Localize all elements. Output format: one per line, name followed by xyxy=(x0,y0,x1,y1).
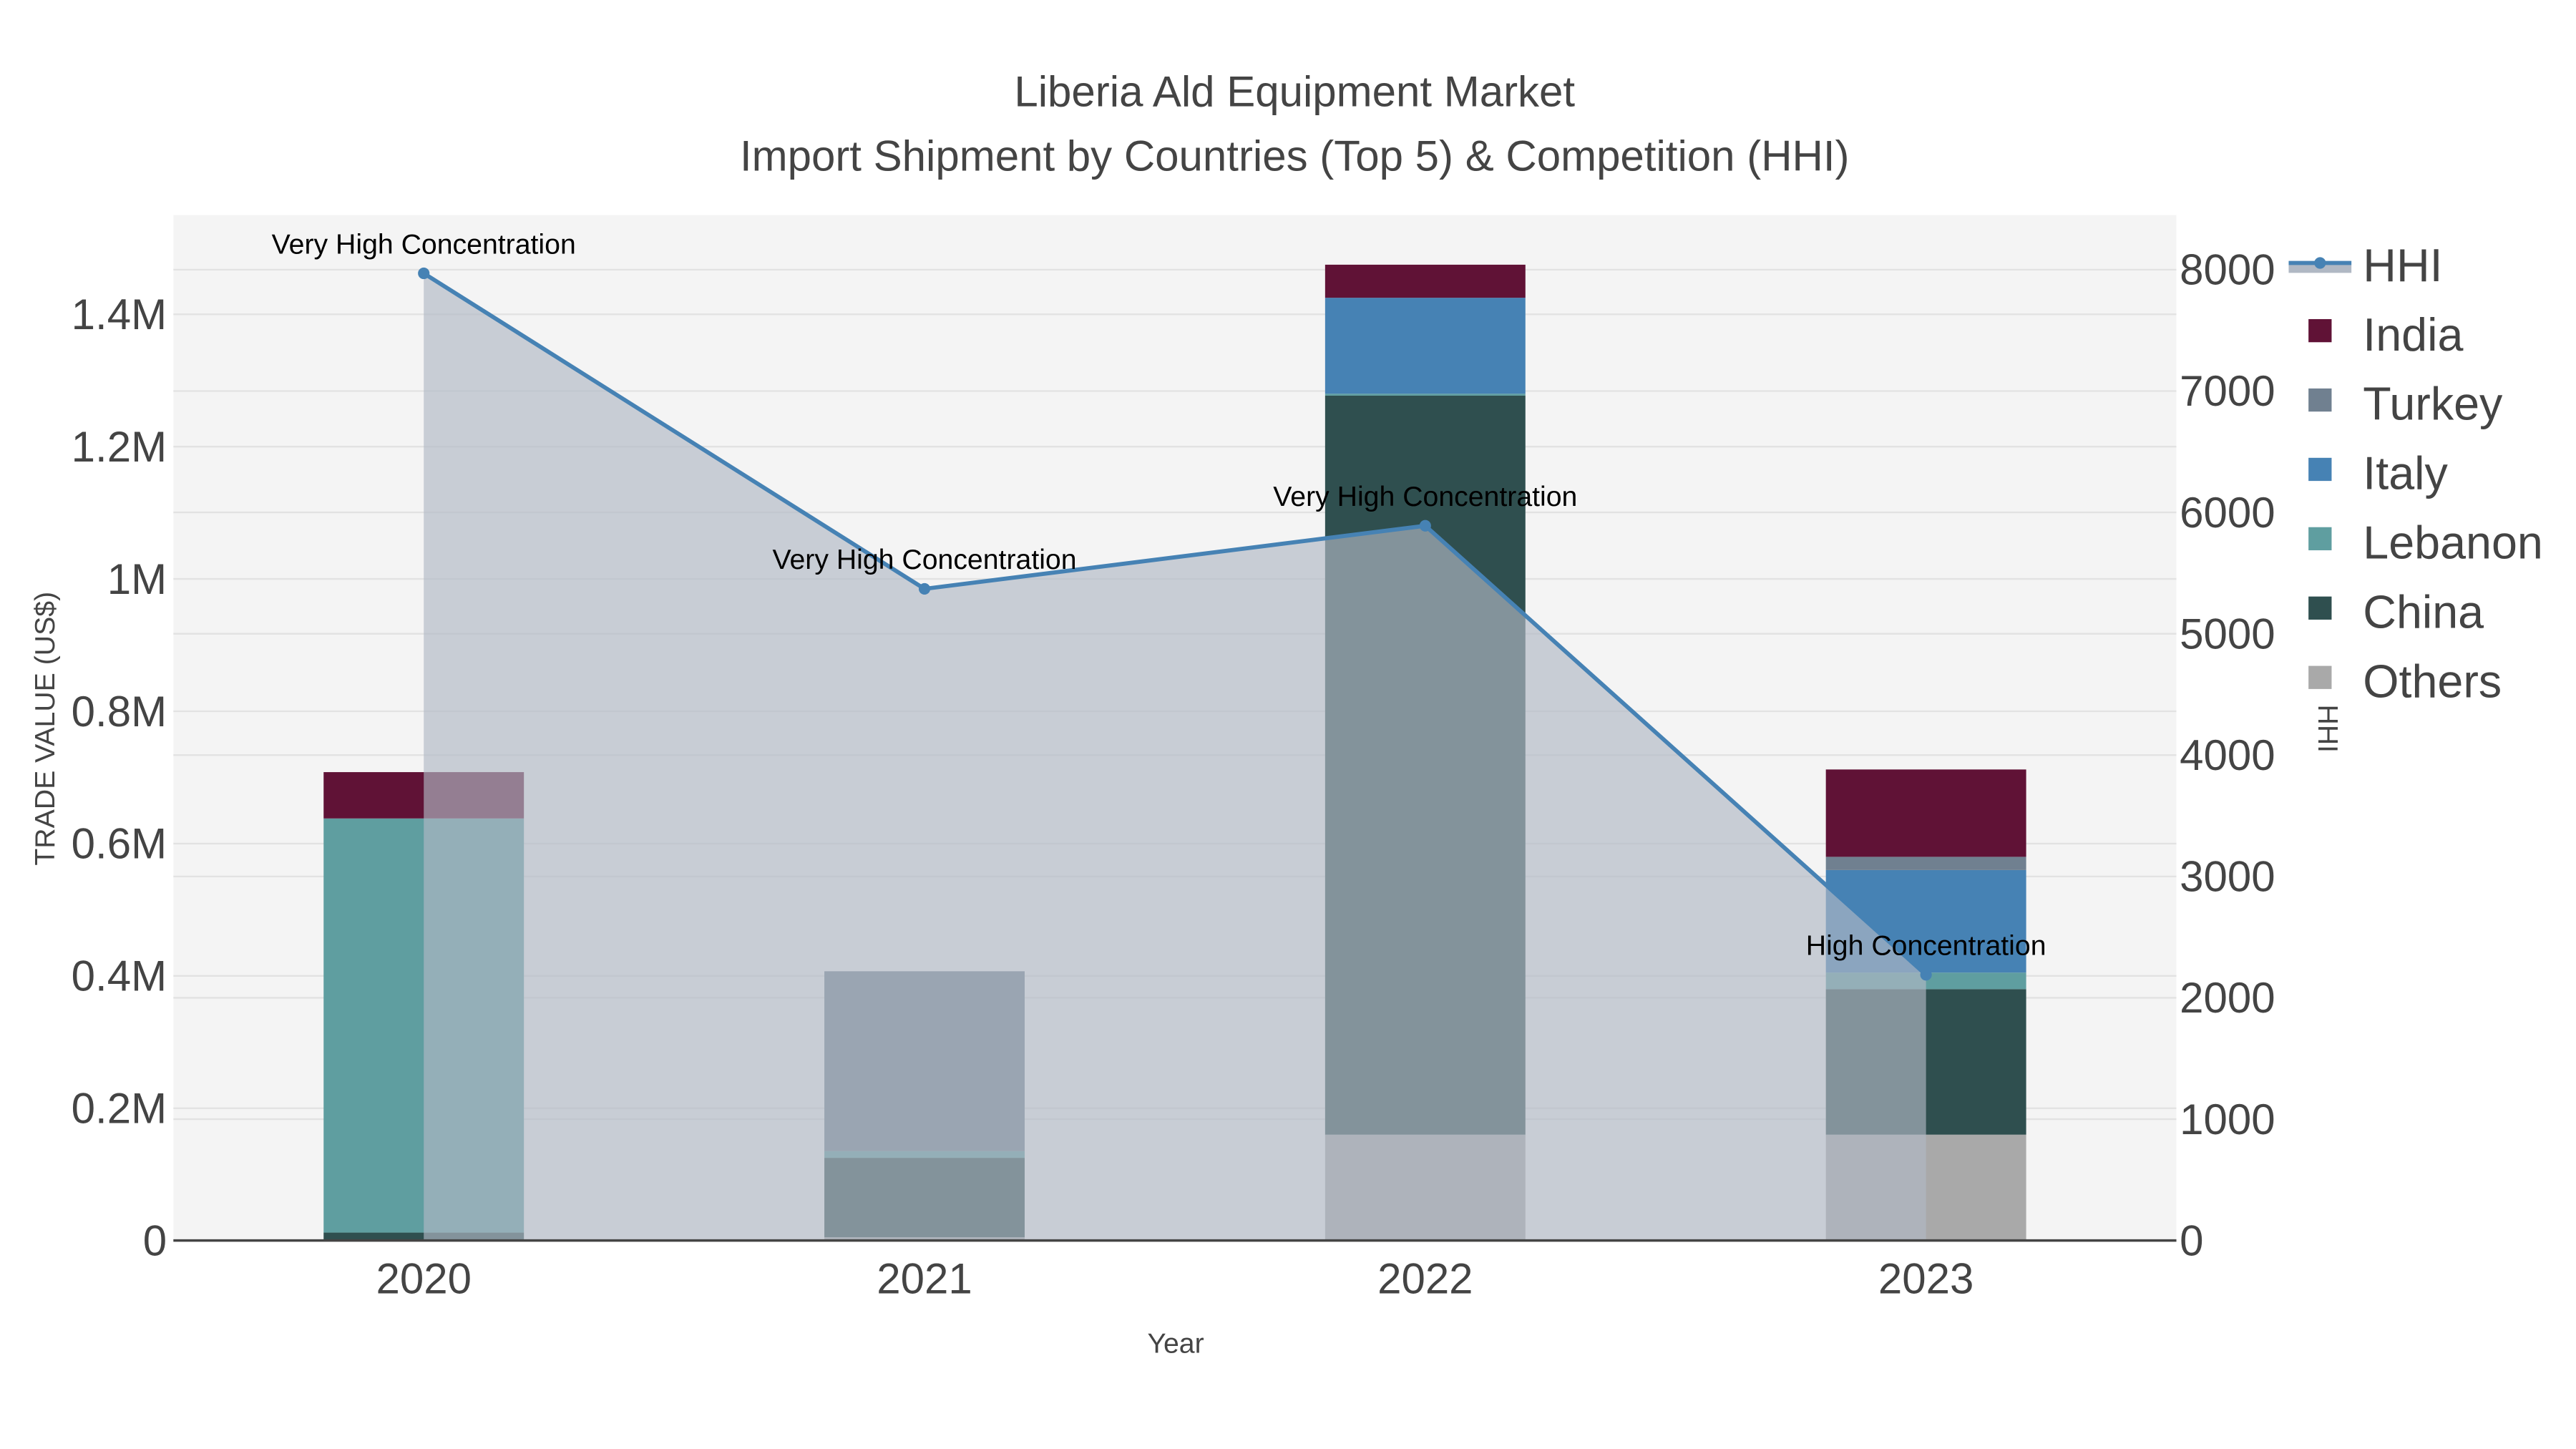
hhi-point xyxy=(918,582,931,595)
y2-axis-label: HHI xyxy=(2312,704,2343,753)
y2-tick-label: 6000 xyxy=(2180,489,2275,537)
legend-swatch-italy xyxy=(2308,457,2332,482)
legend-hhi-marker xyxy=(2314,257,2326,269)
legend-label-italy: Italy xyxy=(2363,448,2448,499)
y-axis-label: TRADE VALUE (US$) xyxy=(29,592,61,866)
hhi-annotation: Very High Concentration xyxy=(772,544,1076,575)
y2-tick-label: 3000 xyxy=(2180,853,2275,901)
legend: HHI India Turkey Italy Lebanon China Others xyxy=(2288,240,2543,707)
hhi-point xyxy=(1419,519,1431,532)
y2-tick-label: 7000 xyxy=(2180,367,2275,415)
hhi-annotation: Very High Concentration xyxy=(272,228,576,260)
legend-swatch-china xyxy=(2308,596,2332,620)
x-tick-label: 2023 xyxy=(1878,1255,1974,1303)
hhi-point xyxy=(1920,969,1932,981)
y2-tick-label: 8000 xyxy=(2180,246,2275,294)
legend-swatch-turkey xyxy=(2308,388,2332,412)
bar-india-2023 xyxy=(1825,769,2026,857)
y-tick-label: 1.4M xyxy=(72,291,167,338)
bar-lebanon-2022 xyxy=(1324,394,1526,396)
y2-tick-label: 0 xyxy=(2180,1216,2203,1264)
x-tick-label: 2022 xyxy=(1377,1255,1473,1303)
y-tick-label: 0.6M xyxy=(72,820,167,868)
legend-swatch-india xyxy=(2308,318,2332,343)
y2-tick-label: 2000 xyxy=(2180,974,2275,1022)
bar-india-2022 xyxy=(1324,264,1526,298)
chart-title: Liberia Ald Equipment Market xyxy=(1014,67,1575,115)
bar-turkey-2023 xyxy=(1825,857,2026,870)
hhi-annotation: High Concentration xyxy=(1806,930,2046,962)
y-tick-label: 0.2M xyxy=(72,1085,167,1133)
hhi-annotation: Very High Concentration xyxy=(1273,481,1577,512)
y-tick-label: 0.8M xyxy=(72,688,167,736)
x-tick-label: 2021 xyxy=(877,1255,972,1303)
chart-subtitle: Import Shipment by Countries (Top 5) & C… xyxy=(740,132,1850,180)
legend-label-turkey: Turkey xyxy=(2363,379,2503,430)
hhi-point xyxy=(418,267,430,280)
y-tick-label: 0.4M xyxy=(72,952,167,1000)
bar-italy-2022 xyxy=(1324,298,1526,394)
legend-label-china: China xyxy=(2363,587,2484,638)
legend-label-hhi: HHI xyxy=(2363,240,2442,291)
x-tick-label: 2020 xyxy=(376,1255,471,1303)
y2-tick-label: 1000 xyxy=(2180,1096,2275,1143)
y2-tick-label: 4000 xyxy=(2180,731,2275,779)
legend-label-india: India xyxy=(2363,309,2463,361)
legend-label-others: Others xyxy=(2363,655,2502,707)
y-tick-label: 1.2M xyxy=(72,423,167,471)
chart: Liberia Ald Equipment Market Import Ship… xyxy=(29,67,2543,1360)
x-axis-label: Year xyxy=(1147,1328,1204,1360)
y-tick-label: 1M xyxy=(107,555,167,603)
y2-tick-label: 5000 xyxy=(2180,610,2275,658)
legend-swatch-lebanon xyxy=(2308,527,2332,551)
y-tick-label: 0 xyxy=(143,1216,167,1264)
legend-swatch-others xyxy=(2308,665,2332,689)
legend-label-lebanon: Lebanon xyxy=(2363,517,2543,569)
